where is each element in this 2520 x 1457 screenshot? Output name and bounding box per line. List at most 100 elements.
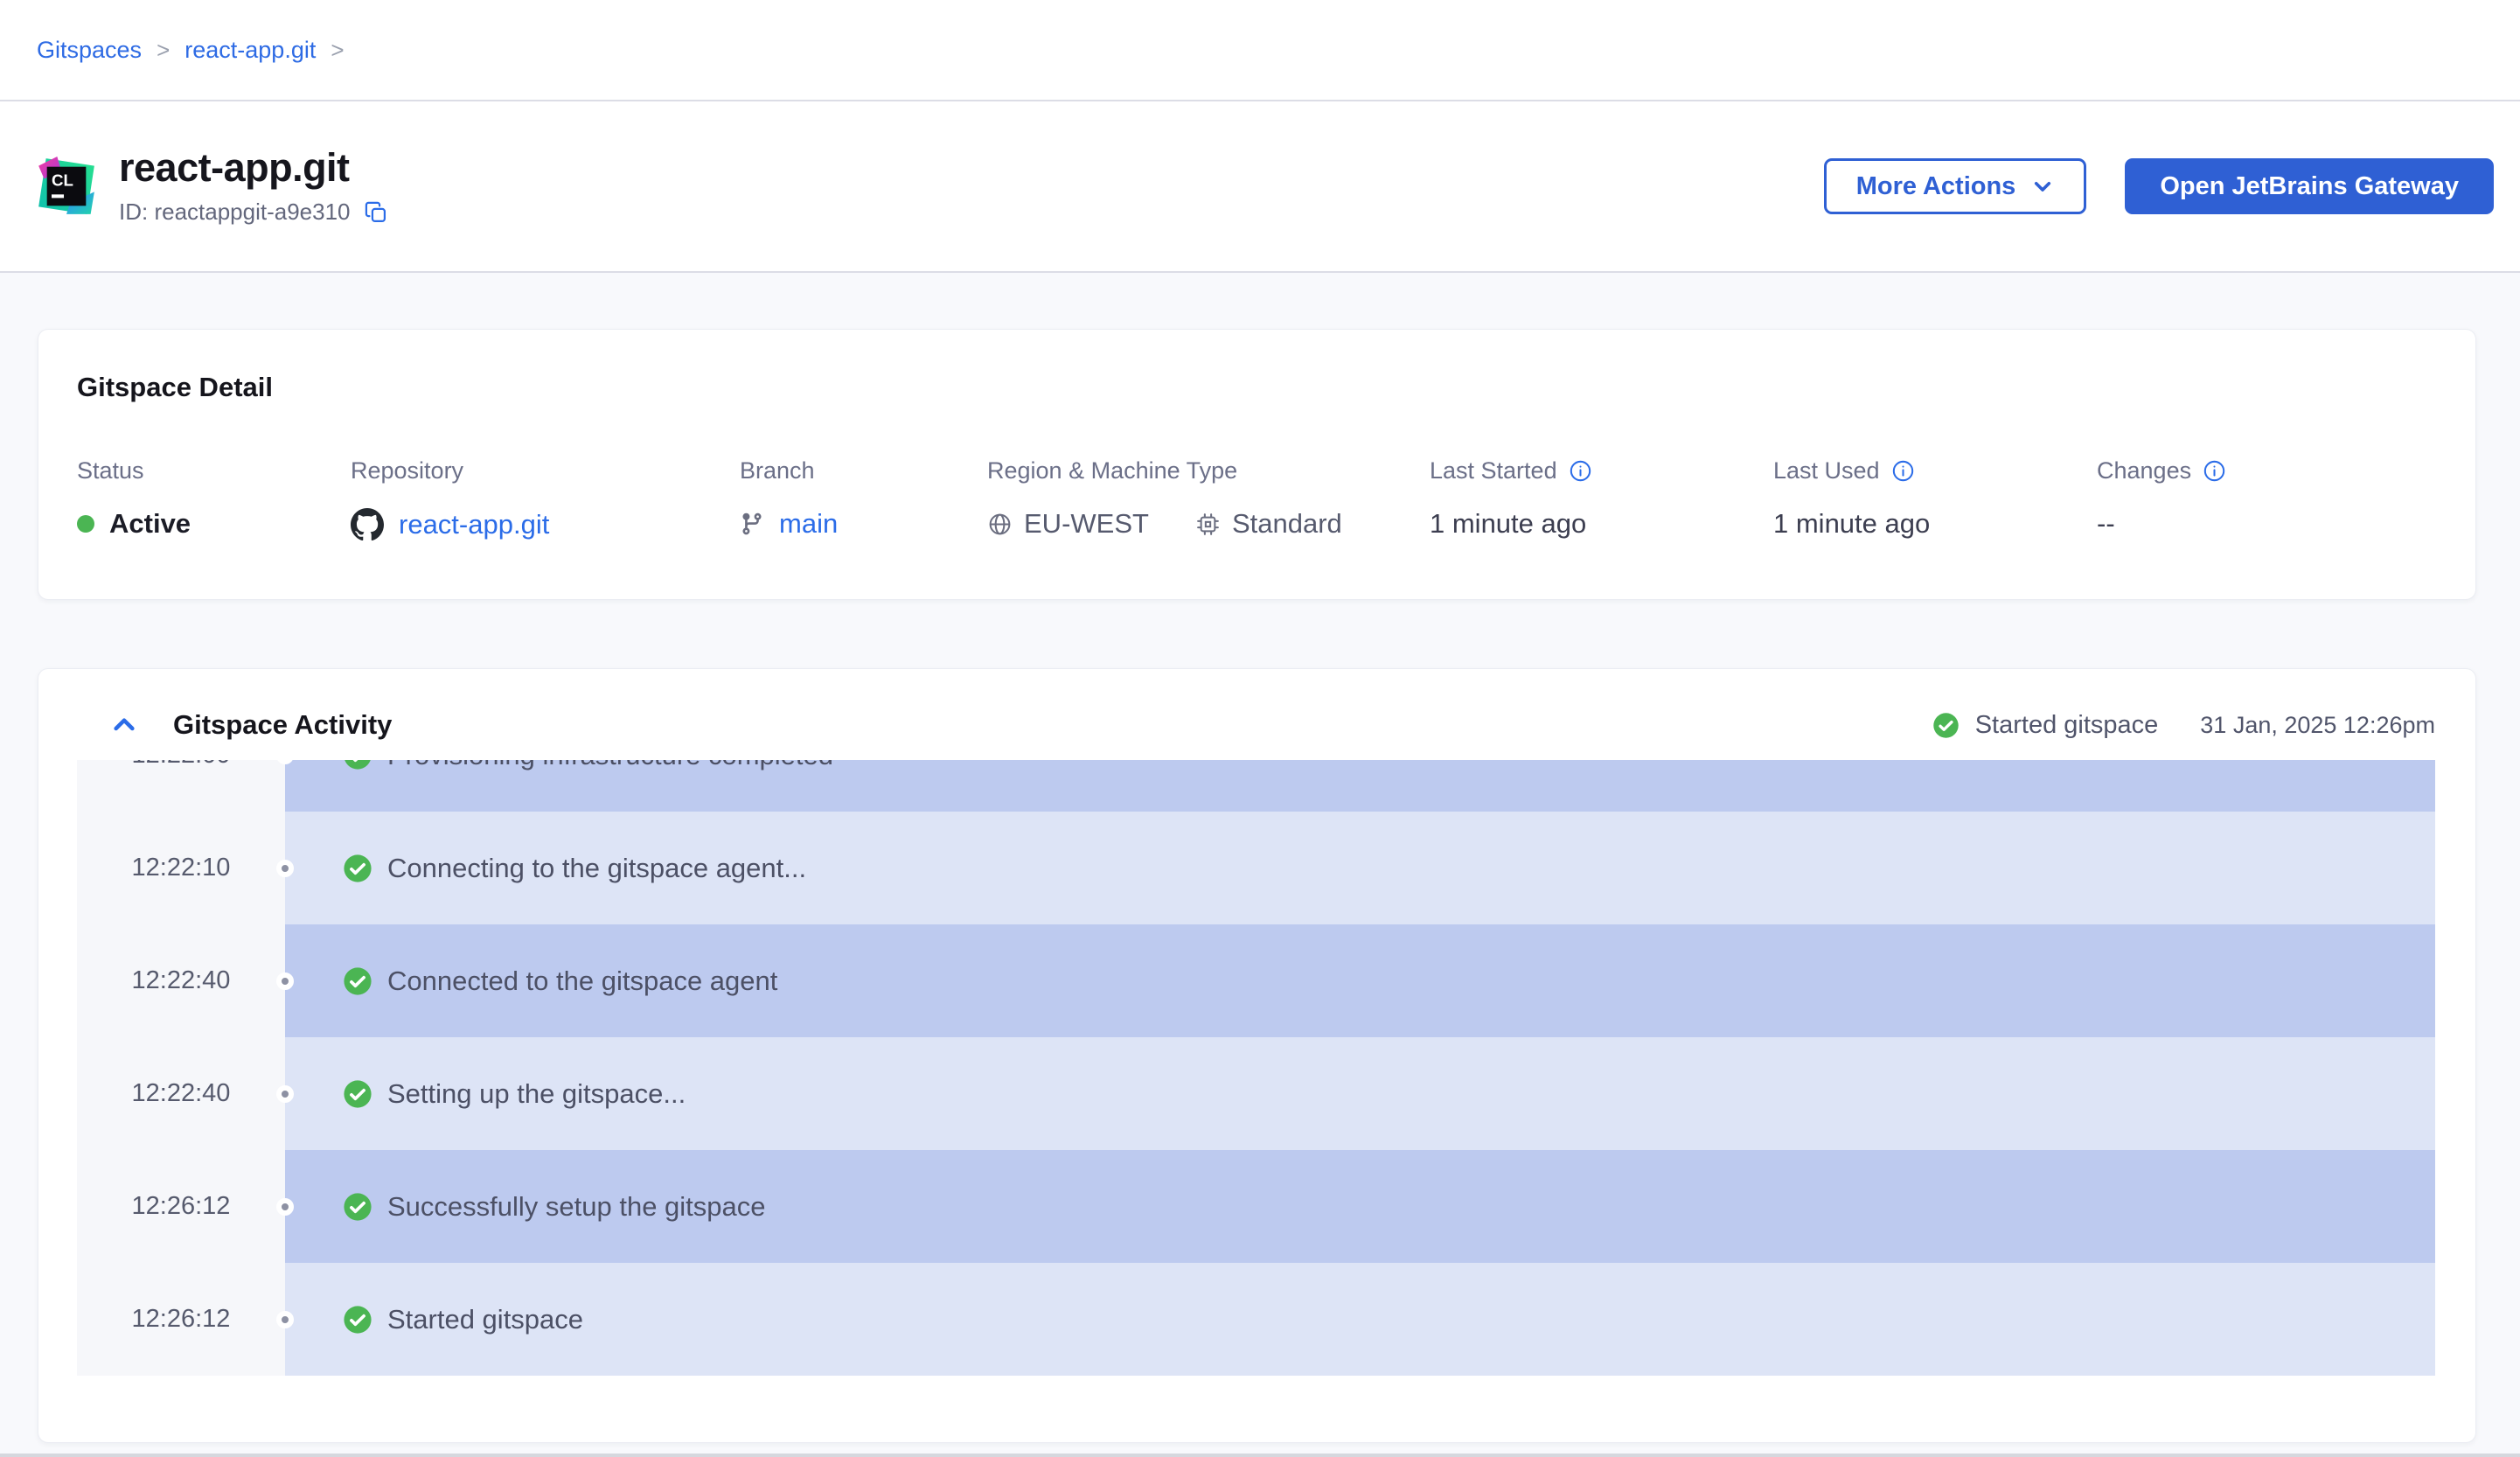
log-band: Connected to the gitspace agent [285, 924, 2435, 1037]
log-message: Connecting to the gitspace agent... [387, 853, 806, 884]
check-circle-icon [343, 854, 372, 883]
activity-header: Gitspace Activity Started gitspace 31 Ja… [38, 709, 2475, 741]
timeline-dot [276, 1198, 294, 1216]
timeline-dot [276, 1085, 294, 1103]
gitspace-activity-card: Gitspace Activity Started gitspace 31 Ja… [38, 668, 2476, 1443]
region-machine-label: Region & Machine Type [987, 457, 1430, 485]
log-row: 12:26:12 Started gitspace [77, 1263, 2435, 1376]
bottom-divider [0, 1454, 2520, 1457]
check-circle-icon [343, 1079, 372, 1109]
last-used-value: 1 minute ago [1773, 508, 2097, 540]
region-value: EU-WEST [1024, 508, 1149, 540]
status-value: Active [109, 508, 191, 540]
log-band: Connecting to the gitspace agent... [285, 812, 2435, 924]
detail-col-branch: Branch main [740, 457, 987, 541]
last-used-label: Last Used [1773, 457, 1880, 485]
log-row: 12:22:40 Setting up the gitspace... [77, 1037, 2435, 1150]
chevron-up-icon[interactable] [110, 711, 138, 739]
breadcrumb: Gitspaces > react-app.git > [0, 0, 2520, 101]
machine-pair: Standard [1195, 508, 1342, 540]
activity-log-scroll-area[interactable]: 12:22:00 Provisioning infrastructure com… [77, 760, 2435, 1377]
activity-log: 12:22:00 Provisioning infrastructure com… [77, 760, 2435, 1376]
log-time: 12:22:40 [77, 924, 285, 1037]
branch-label: Branch [740, 457, 987, 485]
gitspace-id-row: ID: reactappgit-a9e310 [119, 199, 388, 226]
copy-icon[interactable] [364, 200, 388, 225]
timeline-dot [276, 972, 294, 990]
timeline-dot [276, 860, 294, 877]
info-icon[interactable] [2203, 459, 2226, 483]
log-time: 12:26:12 [77, 1263, 285, 1376]
region-pair: EU-WEST [987, 508, 1149, 540]
log-row: 12:22:10 Connecting to the gitspace agen… [77, 812, 2435, 924]
title-block: react-app.git ID: reactappgit-a9e310 [119, 147, 388, 226]
changes-value: -- [2097, 508, 2437, 540]
repository-link[interactable]: react-app.git [399, 509, 549, 540]
info-icon[interactable] [1891, 459, 1915, 483]
more-actions-label: More Actions [1856, 172, 2016, 201]
check-circle-icon [343, 1305, 372, 1335]
status-active-dot [77, 515, 94, 533]
detail-col-status: Status Active [77, 457, 351, 541]
page-header: CL react-app.git ID: reactappgit-a9e310 … [0, 101, 2520, 273]
page-title: react-app.git [119, 147, 388, 188]
gitspace-detail-grid: Status Active Repository react-app.git [77, 457, 2437, 541]
detail-col-last-used: Last Used 1 minute ago [1773, 457, 2097, 541]
gitspace-detail-card: Gitspace Detail Status Active Repository [38, 329, 2476, 600]
breadcrumb-separator: > [157, 37, 170, 64]
more-actions-button[interactable]: More Actions [1824, 158, 2087, 214]
detail-col-region-machine: Region & Machine Type EU-WEST [987, 457, 1430, 541]
clion-ide-icon: CL [37, 157, 96, 216]
log-band: Successfully setup the gitspace [285, 1150, 2435, 1263]
check-circle-icon [343, 966, 372, 996]
log-message: Provisioning infrastructure completed [387, 760, 833, 771]
log-message: Started gitspace [387, 1304, 583, 1335]
last-started-value: 1 minute ago [1430, 508, 1773, 540]
breadcrumb-link-gitspace[interactable]: react-app.git [184, 37, 316, 64]
detail-col-changes: Changes -- [2097, 457, 2437, 541]
log-time: 12:22:00 [77, 760, 285, 812]
breadcrumb-link-gitspaces[interactable]: Gitspaces [37, 37, 142, 64]
breadcrumb-separator: > [331, 37, 344, 64]
log-time: 12:22:10 [77, 812, 285, 924]
log-row: 12:22:00 Provisioning infrastructure com… [77, 760, 2435, 812]
git-branch-icon [740, 512, 764, 536]
log-time: 12:22:40 [77, 1037, 285, 1150]
detail-col-last-started: Last Started 1 minute ago [1430, 457, 1773, 541]
cpu-icon [1195, 512, 1221, 537]
detail-col-repository: Repository react-app.git [351, 457, 740, 541]
open-jetbrains-gateway-button[interactable]: Open JetBrains Gateway [2125, 158, 2494, 214]
log-message: Connected to the gitspace agent [387, 966, 777, 997]
log-row: 12:26:12 Successfully setup the gitspace [77, 1150, 2435, 1263]
info-icon[interactable] [1569, 459, 1592, 483]
activity-timestamp: 31 Jan, 2025 12:26pm [2200, 712, 2435, 739]
check-circle-icon [343, 1192, 372, 1222]
timeline-dot [276, 1311, 294, 1328]
activity-status-badge: Started gitspace [1932, 711, 2159, 740]
gitspace-detail-title: Gitspace Detail [77, 372, 2437, 403]
check-circle-icon [343, 760, 372, 770]
log-time: 12:26:12 [77, 1150, 285, 1263]
check-circle-icon [1932, 712, 1960, 739]
repository-label: Repository [351, 457, 740, 485]
log-message: Successfully setup the gitspace [387, 1191, 766, 1223]
svg-text:CL: CL [52, 171, 73, 190]
changes-label: Changes [2097, 457, 2191, 485]
machine-value: Standard [1232, 508, 1342, 540]
log-band: Provisioning infrastructure completed [285, 760, 2435, 812]
branch-link[interactable]: main [779, 508, 838, 540]
github-icon [351, 508, 384, 541]
last-started-label: Last Started [1430, 457, 1557, 485]
card-bottom-padding [38, 1377, 2475, 1442]
chevron-down-icon [2031, 175, 2054, 198]
globe-icon [987, 512, 1013, 537]
log-band: Started gitspace [285, 1263, 2435, 1376]
log-row: 12:22:40 Connected to the gitspace agent [77, 924, 2435, 1037]
main-content: Gitspace Detail Status Active Repository [0, 273, 2520, 1454]
gitspace-id: ID: reactappgit-a9e310 [119, 199, 351, 226]
log-band: Setting up the gitspace... [285, 1037, 2435, 1150]
status-label: Status [77, 457, 351, 485]
activity-status-label: Started gitspace [1975, 711, 2159, 740]
activity-title: Gitspace Activity [173, 709, 392, 741]
log-message: Setting up the gitspace... [387, 1078, 686, 1110]
